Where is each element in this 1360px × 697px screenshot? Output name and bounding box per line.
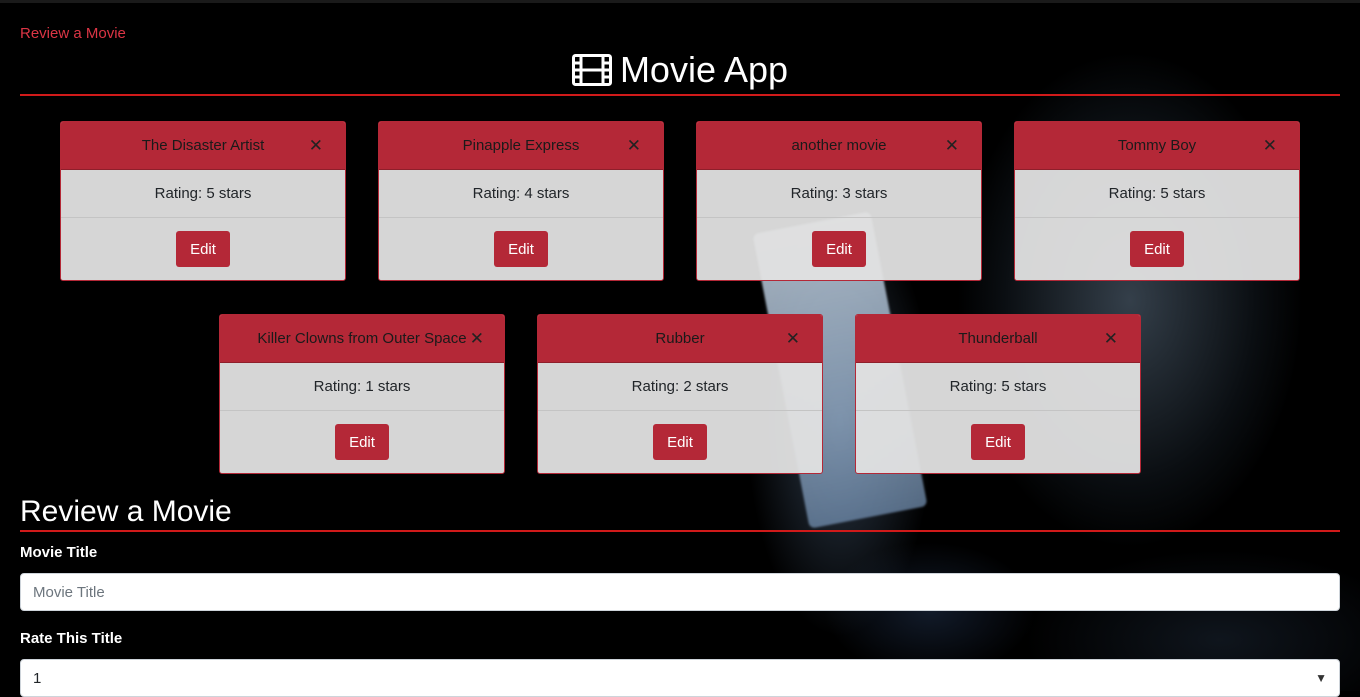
film-icon	[571, 52, 612, 96]
movie-card-list: The Disaster Artist ✕ Rating: 5 stars Ed…	[20, 121, 1340, 474]
movie-card-header: Rubber ✕	[538, 315, 822, 363]
movie-card: Pinapple Express ✕ Rating: 4 stars Edit	[378, 121, 664, 281]
edit-button[interactable]: Edit	[494, 231, 548, 267]
rating-select[interactable]: 1 ▼	[20, 659, 1340, 697]
movie-rating: Rating: 2 stars	[538, 363, 822, 411]
movie-card-footer: Edit	[697, 218, 981, 280]
movie-title: Killer Clowns from Outer Space	[257, 330, 467, 347]
close-icon[interactable]: ✕	[1263, 136, 1277, 156]
movie-rating: Rating: 4 stars	[379, 170, 663, 218]
form-divider	[20, 530, 1340, 532]
movie-title: another movie	[791, 137, 887, 154]
movie-card: Tommy Boy ✕ Rating: 5 stars Edit	[1014, 121, 1300, 281]
rating-label: Rate This Title	[20, 630, 123, 647]
close-icon[interactable]: ✕	[470, 329, 484, 349]
movie-rating: Rating: 1 stars	[220, 363, 504, 411]
movie-card-header: Tommy Boy ✕	[1015, 122, 1299, 170]
movie-card-footer: Edit	[220, 411, 504, 473]
movie-card-header: Thunderball ✕	[856, 315, 1140, 363]
movie-card-footer: Edit	[856, 411, 1140, 473]
review-form-heading: Review a Movie	[20, 495, 232, 528]
edit-button[interactable]: Edit	[812, 231, 866, 267]
close-icon[interactable]: ✕	[627, 136, 641, 156]
chevron-down-icon: ▼	[1315, 671, 1327, 685]
edit-button[interactable]: Edit	[176, 231, 230, 267]
movie-card-header: The Disaster Artist ✕	[61, 122, 345, 170]
close-icon[interactable]: ✕	[945, 136, 959, 156]
movie-title-input[interactable]	[20, 573, 1340, 611]
app-title-text: Movie App	[619, 49, 789, 90]
movie-card: Killer Clowns from Outer Space ✕ Rating:…	[219, 314, 505, 474]
edit-button[interactable]: Edit	[335, 424, 389, 460]
movie-title: Tommy Boy	[1117, 137, 1197, 154]
edit-button[interactable]: Edit	[971, 424, 1025, 460]
movie-card-footer: Edit	[1015, 218, 1299, 280]
close-icon[interactable]: ✕	[786, 329, 800, 349]
movie-card-footer: Edit	[61, 218, 345, 280]
edit-button[interactable]: Edit	[653, 424, 707, 460]
movie-rating: Rating: 5 stars	[1015, 170, 1299, 218]
movie-title: Rubber	[655, 330, 705, 347]
rating-selected-value: 1	[33, 669, 42, 687]
top-bar	[0, 0, 1360, 3]
movie-rating: Rating: 5 stars	[61, 170, 345, 218]
movie-title: Pinapple Express	[462, 137, 580, 154]
title-divider	[20, 94, 1340, 96]
movie-card-header: Pinapple Express ✕	[379, 122, 663, 170]
movie-card: Thunderball ✕ Rating: 5 stars Edit	[855, 314, 1141, 474]
movie-card-footer: Edit	[379, 218, 663, 280]
movie-card: Rubber ✕ Rating: 2 stars Edit	[537, 314, 823, 474]
movie-card-footer: Edit	[538, 411, 822, 473]
close-icon[interactable]: ✕	[309, 136, 323, 156]
page-title: Movie App	[20, 48, 1340, 96]
movie-card: The Disaster Artist ✕ Rating: 5 stars Ed…	[60, 121, 346, 281]
movie-title-label: Movie Title	[20, 544, 98, 561]
review-movie-link[interactable]: Review a Movie	[20, 25, 126, 42]
close-icon[interactable]: ✕	[1104, 329, 1118, 349]
movie-card: another movie ✕ Rating: 3 stars Edit	[696, 121, 982, 281]
movie-title: Thunderball	[958, 330, 1038, 347]
movie-card-header: Killer Clowns from Outer Space ✕	[220, 315, 504, 363]
movie-rating: Rating: 5 stars	[856, 363, 1140, 411]
movie-card-header: another movie ✕	[697, 122, 981, 170]
movie-title: The Disaster Artist	[141, 137, 265, 154]
movie-rating: Rating: 3 stars	[697, 170, 981, 218]
edit-button[interactable]: Edit	[1130, 231, 1184, 267]
